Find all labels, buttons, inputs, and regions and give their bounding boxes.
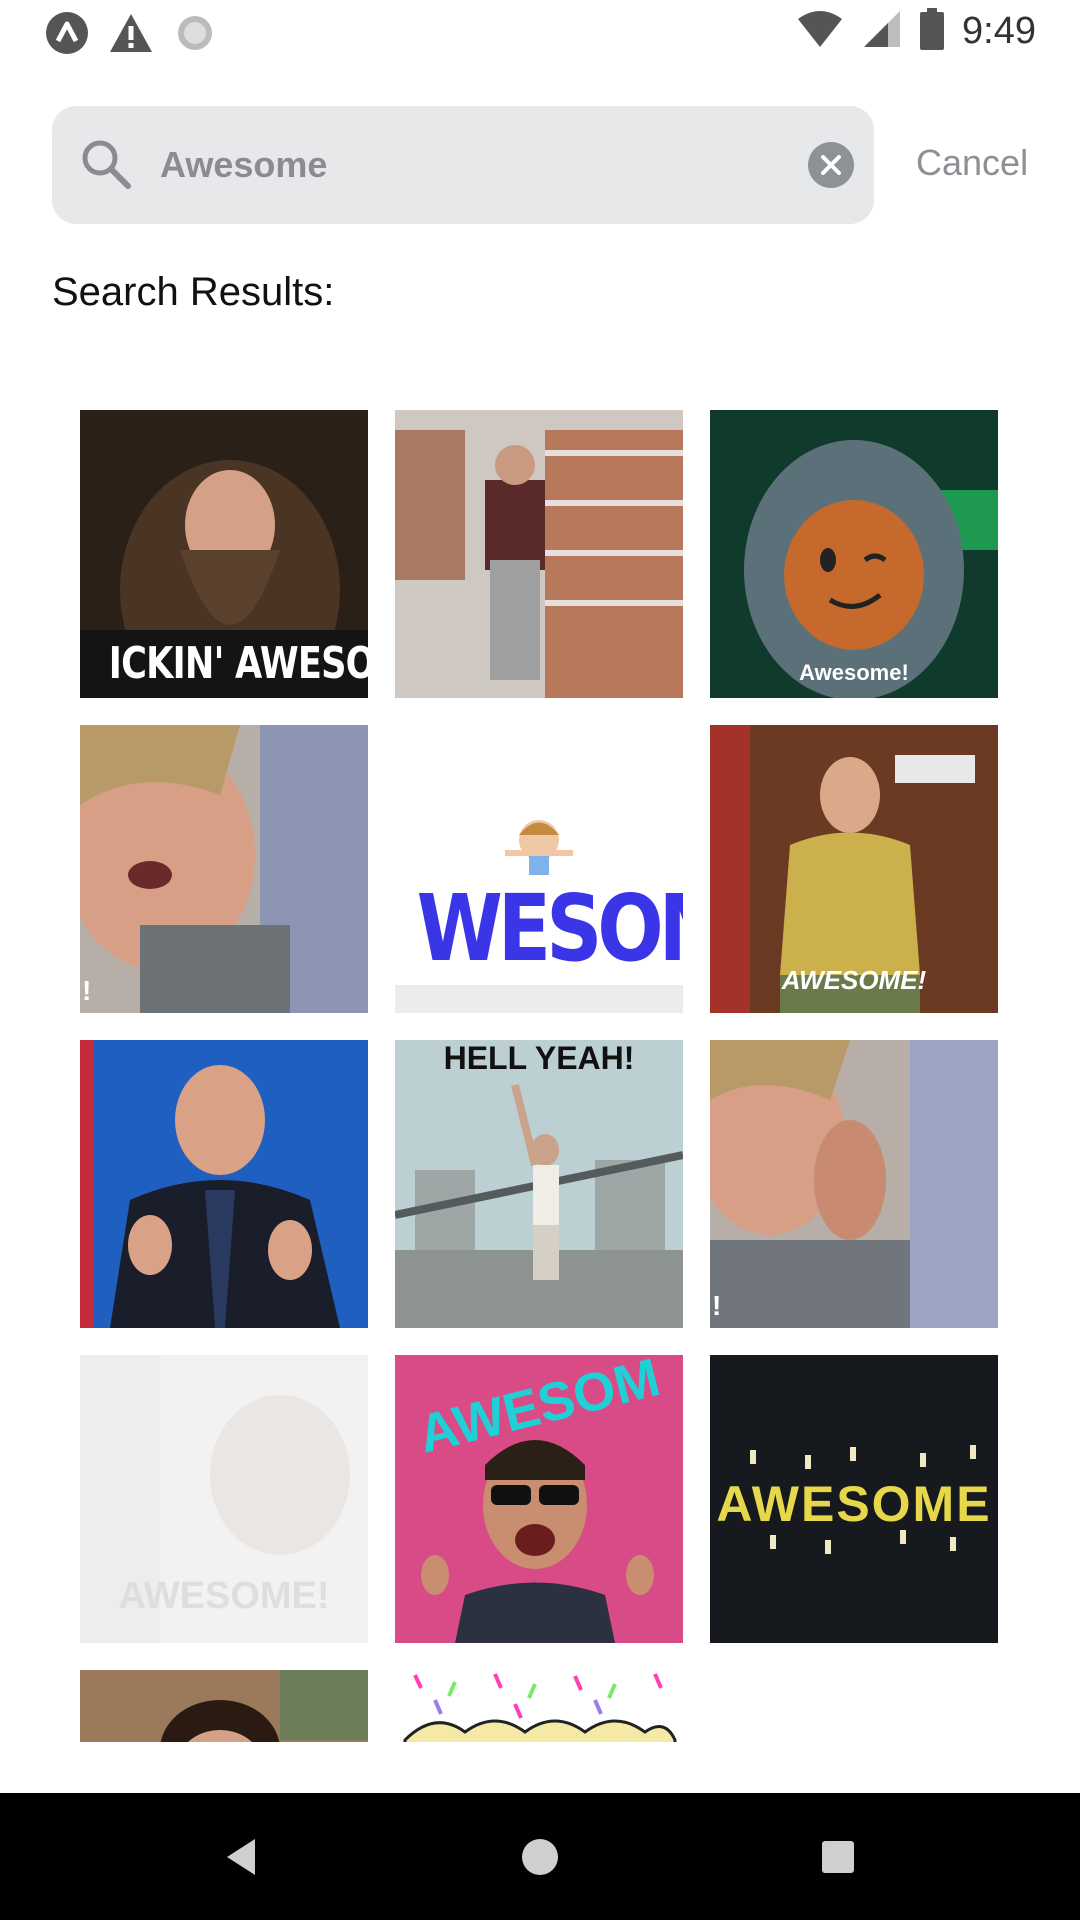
gif-caption: Awesome! [799,660,909,685]
gif-caption: AWESOME! [781,965,927,995]
gif-thumbnail [395,1670,683,1742]
gif-thumbnail [710,410,998,698]
app-logo-icon [44,10,90,56]
loading-icon [172,10,218,56]
gif-caption: AWESOME [716,1476,992,1532]
gif-thumbnail [710,1040,998,1328]
search-icon [78,136,134,192]
gif-result[interactable]: HELL YEAH! [395,1040,683,1328]
status-bar: 9:49 [0,0,1080,64]
cell-signal-icon [862,9,902,54]
wifi-icon [796,9,844,54]
gif-result[interactable]: ! [80,725,368,1013]
gif-caption: ! [82,975,92,1006]
clear-search-button[interactable] [808,142,854,188]
gif-result[interactable]: WESOM [395,725,683,1013]
navigation-bar [0,1793,1080,1920]
gif-result[interactable]: AWESOME! [710,725,998,1013]
gif-result[interactable]: Awesome! [710,410,998,698]
search-bar[interactable] [52,106,874,224]
gif-result[interactable] [80,1040,368,1328]
gif-result[interactable] [395,410,683,698]
gif-result[interactable] [80,1670,368,1742]
gif-caption: HELL YEAH! [443,1040,635,1076]
cancel-button[interactable]: Cancel [916,142,1028,184]
gif-result[interactable]: AWESOM [395,1355,683,1643]
gif-caption: ICKIN' AWESOM [108,638,368,689]
gif-caption: ! [712,1290,722,1321]
clock: 9:49 [962,10,1036,52]
gif-result[interactable] [395,1670,683,1742]
gif-thumbnail [80,1040,368,1328]
gif-result[interactable]: AWESOME [710,1355,998,1643]
home-icon[interactable] [506,1823,574,1891]
results-grid[interactable]: ICKIN' AWESOM Awesome! [80,410,1000,1742]
recents-icon[interactable] [804,1823,872,1891]
gif-result[interactable]: ICKIN' AWESOM [80,410,368,698]
battery-icon [920,8,945,55]
gif-thumbnail [80,725,368,1013]
gif-caption: AWESOME! [118,1575,330,1617]
back-icon[interactable] [207,1823,275,1891]
gif-result[interactable]: ! [710,1040,998,1328]
close-icon [821,155,841,175]
search-input[interactable] [158,128,762,202]
gif-caption: WESOM [416,875,683,982]
gif-thumbnail [395,410,683,698]
warning-icon [108,10,154,56]
gif-result[interactable]: AWESOME! [80,1355,368,1643]
results-title: Search Results: [52,270,335,314]
gif-thumbnail [80,1670,368,1742]
gif-thumbnail [395,1040,683,1328]
